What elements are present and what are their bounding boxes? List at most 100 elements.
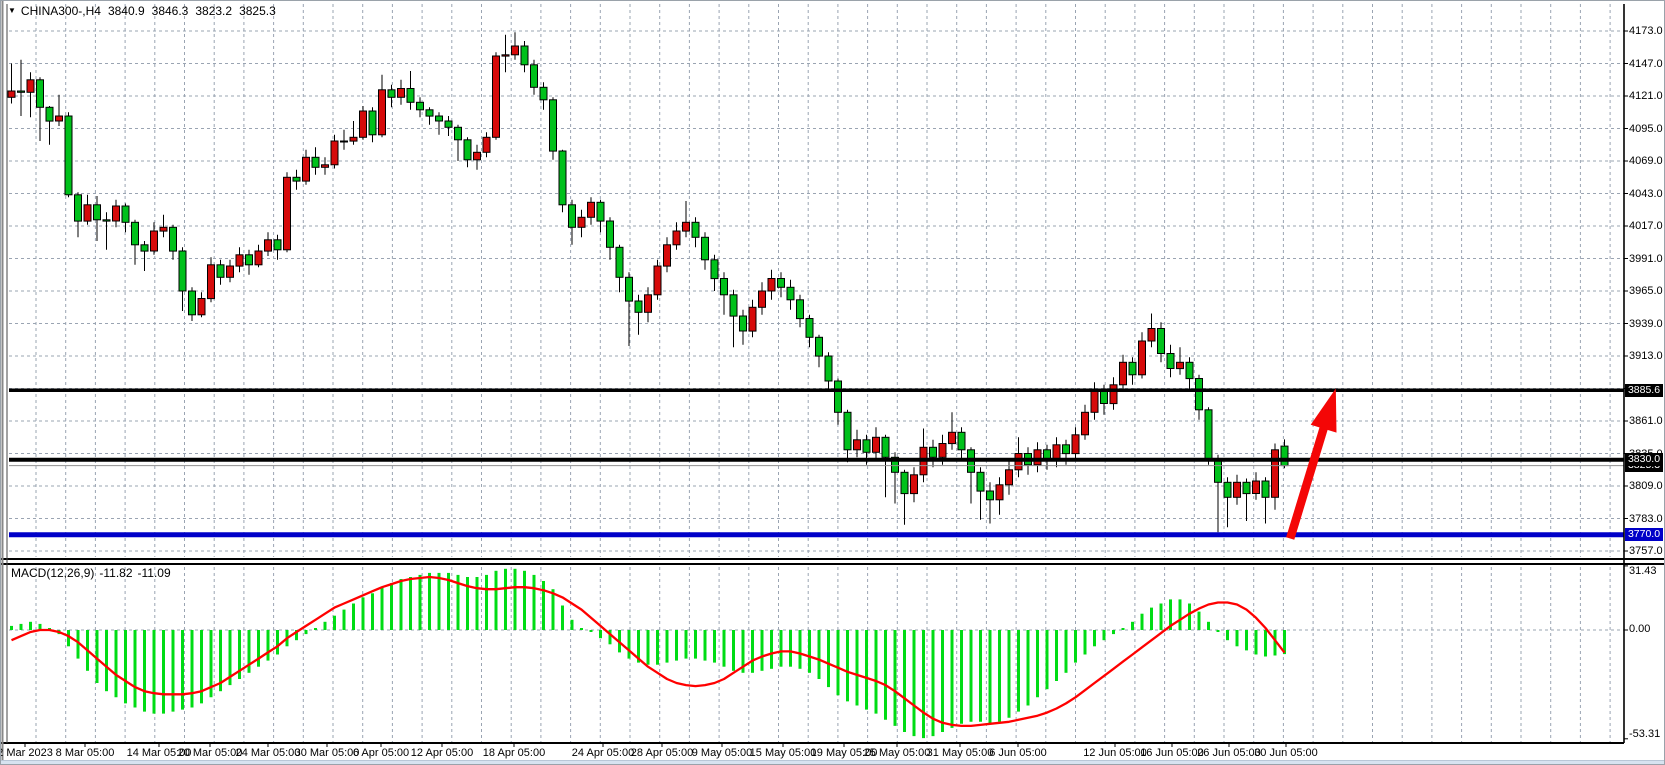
time-axis-label[interactable]: 2 Mar 2023 [0,747,53,759]
candle-body [65,116,72,195]
candle-body [84,205,91,221]
macd-axis-zero: 0.00 [1629,623,1650,635]
price-axis-label: 4043.0 [1629,188,1663,200]
candle-body [8,91,15,97]
time-axis-label[interactable]: 24 Mar 05:00 [236,747,301,759]
time-axis-label[interactable]: 18 Apr 05:00 [483,747,545,759]
candle-body [217,265,224,278]
candle-body [512,46,519,55]
candle-body [540,87,547,100]
candle-body [1063,445,1070,454]
candle-body [1167,354,1174,369]
time-axis-label[interactable]: 6 Apr 05:00 [353,747,409,759]
candle-body [977,472,984,491]
price-axis-label: 3861.0 [1629,415,1663,427]
symbol-dropdown-icon[interactable]: ▼ [8,6,16,15]
candle-body [198,299,205,315]
candle-body [379,90,386,135]
candle-body [1148,329,1155,342]
title-open: 3840.9 [108,4,145,18]
candle-body [189,291,196,315]
candle-body [1196,379,1203,410]
candle-body [141,245,148,251]
candle-body [132,222,139,245]
candle-body [1262,481,1269,497]
time-axis-label[interactable]: 15 May 05:00 [750,747,817,759]
time-axis-label[interactable]: 26 Jun 05:00 [1197,747,1261,759]
time-axis-label[interactable]: 28 Apr 05:00 [631,747,693,759]
candle-body [1205,410,1212,460]
candle-body [635,301,642,312]
bottom-scroll-strip[interactable] [1,760,1665,765]
candle-body [1186,362,1193,378]
time-axis-label[interactable]: 20 Mar 05:00 [178,747,243,759]
time-axis-label[interactable]: 31 May 05:00 [927,747,994,759]
time-axis-label[interactable]: 24 Apr 05:00 [572,747,634,759]
candle-body [445,121,452,127]
chart-title: ▼CHINA300-,H43840.93846.33823.23825.3 [8,4,276,18]
candle-body [236,255,243,266]
price-axis-label: 4069.0 [1629,155,1663,167]
candle-body [749,307,756,331]
candlestick-chart-canvas[interactable] [1,1,1665,765]
time-axis-label[interactable]: 16 Jun 05:00 [1140,747,1204,759]
time-axis-label[interactable]: 25 May 05:00 [864,747,931,759]
time-axis-label[interactable]: 6 Jun 05:00 [989,747,1047,759]
candle-body [664,245,671,266]
candle-body [844,412,851,450]
price-axis-label: 3757.0 [1629,545,1663,557]
price-marker-badge: 3830.0 [1625,453,1663,466]
time-axis-label[interactable]: 30 Mar 05:00 [295,747,360,759]
time-axis-label[interactable]: 8 Mar 05:00 [56,747,115,759]
candle-body [113,206,120,221]
time-axis-label[interactable]: 9 May 05:00 [692,747,753,759]
time-axis-label[interactable]: 30 Jun 05:00 [1254,747,1318,759]
price-marker-badge: 3770.0 [1625,528,1663,541]
candle-body [531,65,538,88]
time-axis-label[interactable]: 12 Apr 05:00 [411,747,473,759]
macd-main-value: -11.82 [99,566,132,580]
candle-body [255,251,262,265]
candle-body [1158,329,1165,354]
candle-body [46,107,53,121]
candle-body [863,440,870,453]
candle-body [740,316,747,331]
candle-body [350,137,357,141]
candle-body [179,251,186,291]
candle-body [835,381,842,412]
price-axis-label: 3809.0 [1629,480,1663,492]
title-low: 3823.2 [195,4,232,18]
candle-body [493,56,500,137]
candle-body [246,255,253,265]
candle-body [1120,362,1127,385]
candle-body [1129,362,1136,375]
candle-body [1110,385,1117,404]
candle-body [331,141,338,165]
candle-body [227,266,234,277]
candle-body [303,157,310,181]
price-axis-label: 3939.0 [1629,318,1663,330]
candle-body [569,205,576,228]
trend-arrow-head[interactable] [1311,389,1337,433]
candle-body [930,447,937,457]
candle-body [474,152,481,160]
candle-body [274,240,281,250]
candle-body [939,444,946,458]
candle-body [160,227,167,231]
candle-body [616,247,623,277]
candle-body [607,221,614,247]
candle-body [360,111,367,137]
candle-body [721,279,728,295]
candle-body [436,116,443,121]
trend-arrow-shaft[interactable] [1290,423,1325,539]
price-axis-label: 4017.0 [1629,220,1663,232]
candle-body [1053,445,1060,460]
candle-body [151,231,158,251]
price-marker-badge: 3885.6 [1625,384,1663,397]
candle-body [1139,341,1146,375]
candle-body [759,291,766,307]
candle-body [312,157,319,167]
macd-name: MACD(12,26,9) [11,566,94,580]
candle-body [673,231,680,245]
time-axis-label[interactable]: 12 Jun 05:00 [1083,747,1147,759]
